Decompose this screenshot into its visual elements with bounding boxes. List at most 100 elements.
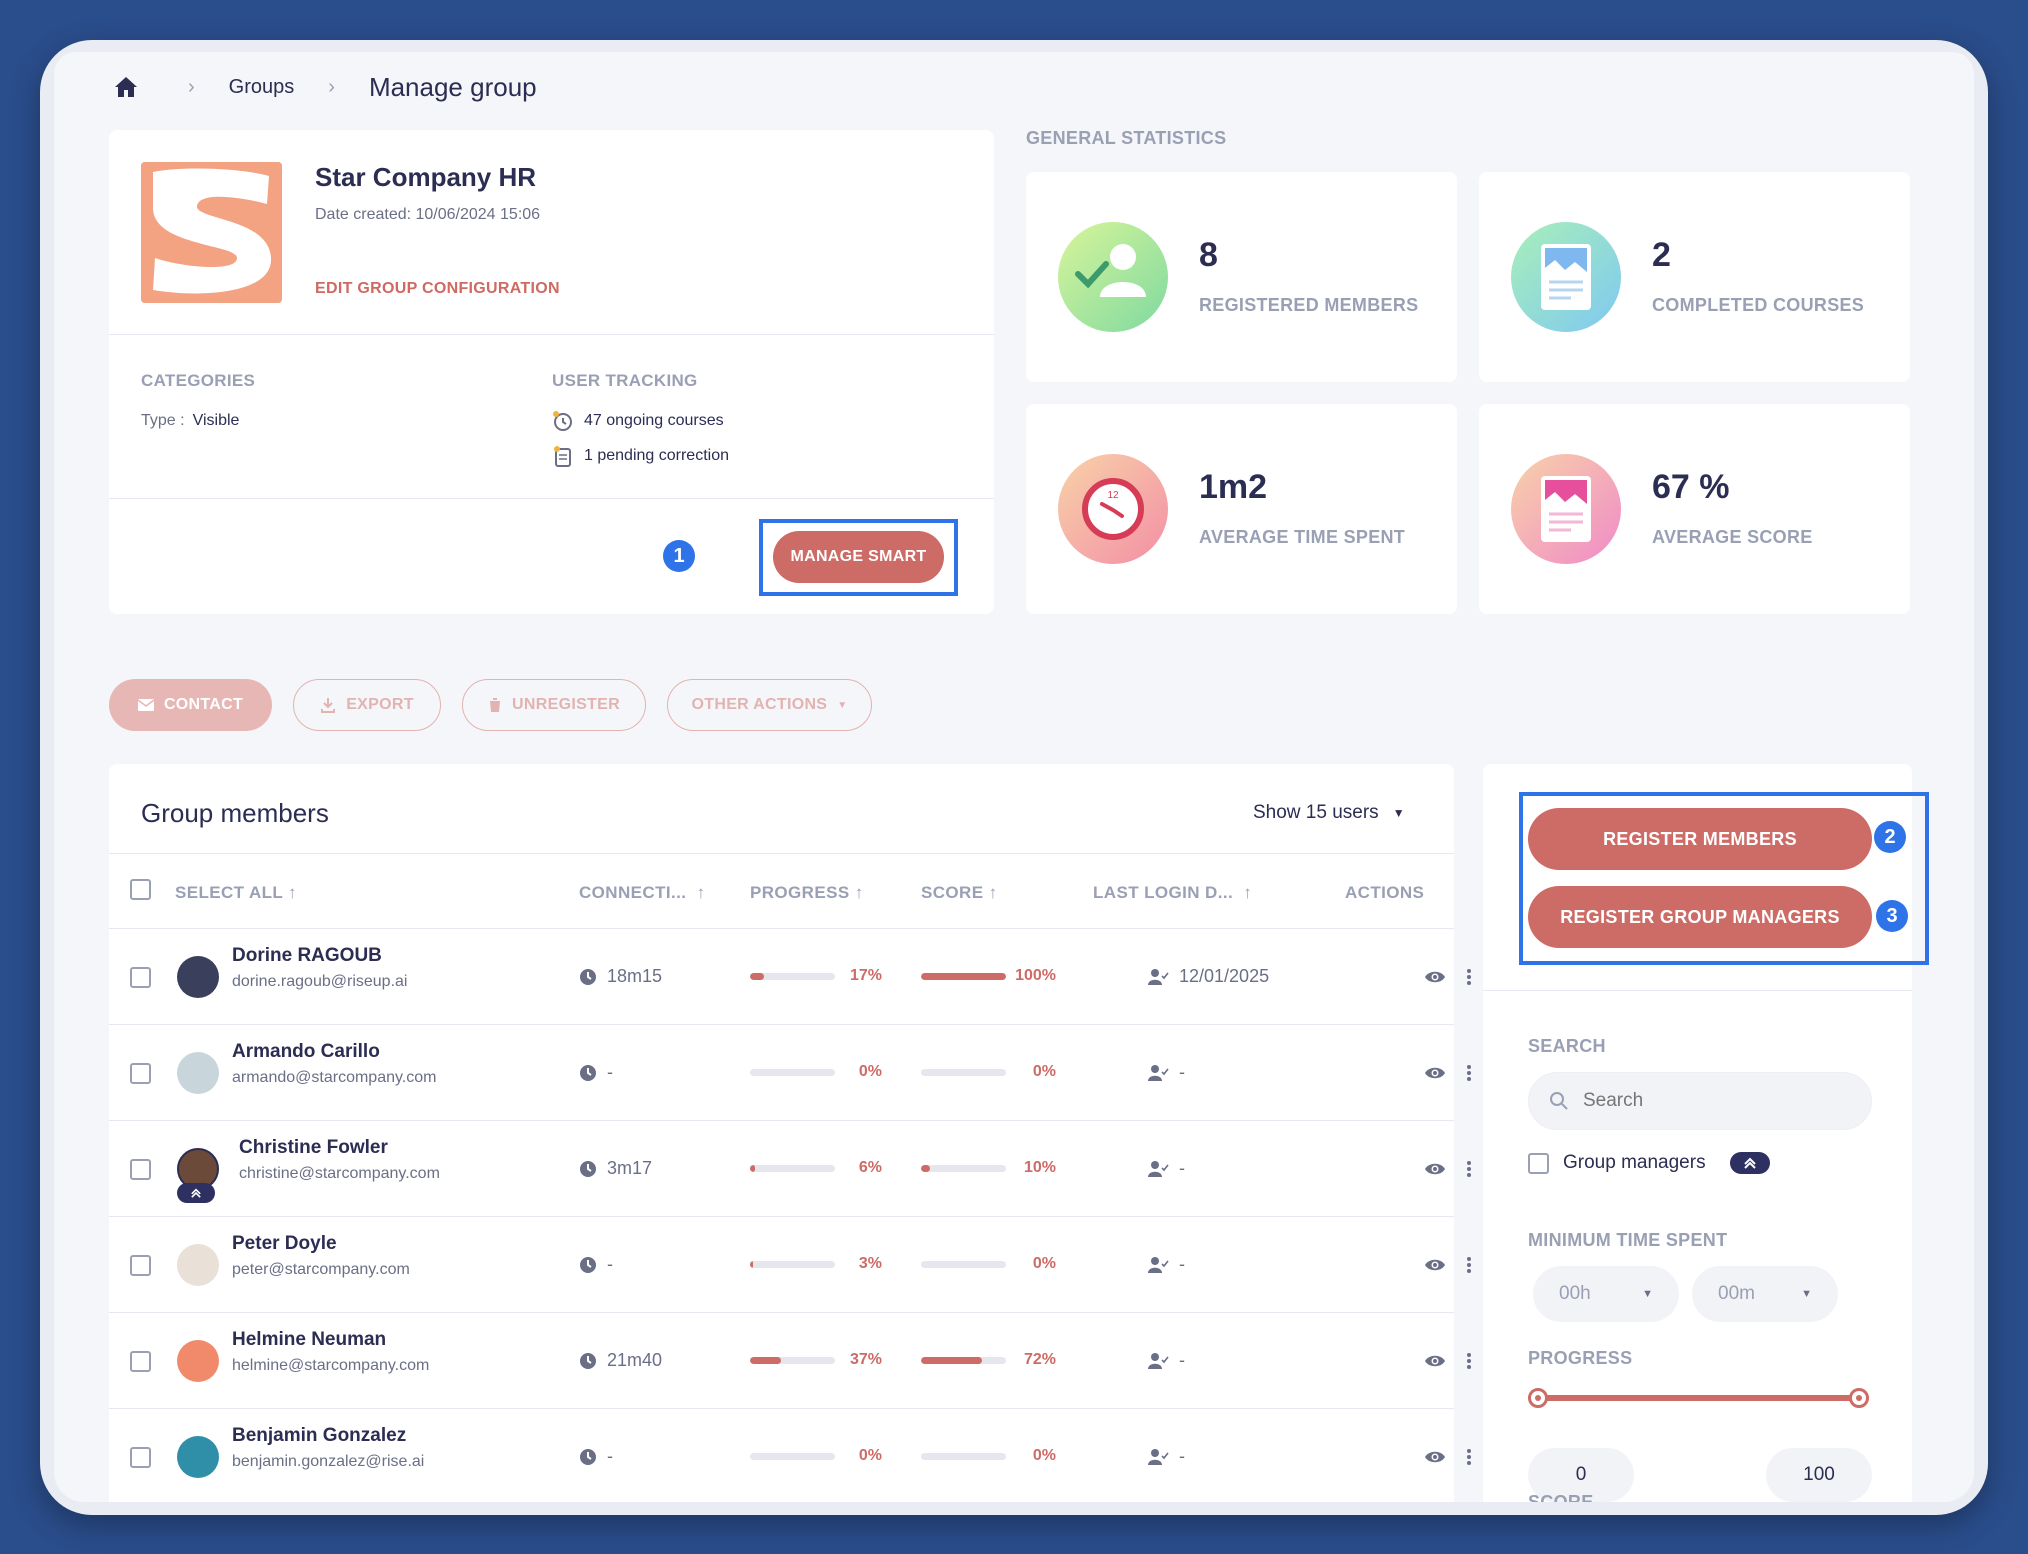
row-checkbox[interactable] xyxy=(130,967,151,988)
more-options-icon[interactable] xyxy=(1467,1353,1471,1369)
show-users-dropdown[interactable]: Show 15 users ▼ xyxy=(1253,802,1405,824)
register-members-button[interactable]: REGISTER MEMBERS xyxy=(1528,808,1872,870)
download-icon xyxy=(321,698,336,713)
more-options-icon[interactable] xyxy=(1467,1449,1471,1465)
edit-group-configuration-link[interactable]: EDIT GROUP CONFIGURATION xyxy=(315,280,560,298)
score-bar xyxy=(921,973,1006,980)
breadcrumb-groups[interactable]: Groups xyxy=(229,76,295,99)
header-score[interactable]: SCORE ↑ xyxy=(921,883,998,903)
chevron-right-icon: › xyxy=(188,75,195,98)
table-row[interactable]: Armando Carillo armando@starcompany.com … xyxy=(109,1025,1471,1120)
select-all-checkbox[interactable] xyxy=(130,879,151,900)
header-label: LAST LOGIN D... xyxy=(1093,883,1234,902)
header-connection[interactable]: CONNECTI... ↑ xyxy=(579,883,706,903)
table-row[interactable]: Helmine Neuman helmine@starcompany.com 2… xyxy=(109,1313,1471,1408)
search-field[interactable] xyxy=(1528,1072,1872,1130)
slider-handle-max[interactable] xyxy=(1849,1388,1869,1408)
eye-icon[interactable] xyxy=(1424,1353,1446,1369)
last-login-value: - xyxy=(1179,1158,1185,1178)
progress-bar xyxy=(750,1453,835,1460)
more-options-icon[interactable] xyxy=(1467,1065,1471,1081)
table-row[interactable]: Christine Fowler christine@starcompany.c… xyxy=(109,1121,1471,1216)
stat-value: 8 xyxy=(1199,236,1218,274)
row-checkbox[interactable] xyxy=(130,1159,151,1180)
contact-button[interactable]: CONTACT xyxy=(109,679,272,731)
last-login-value: - xyxy=(1179,1350,1185,1370)
hours-select[interactable]: 00h ▼ xyxy=(1533,1266,1679,1322)
manage-smart-rules-button[interactable]: MANAGE SMART RULES xyxy=(773,531,944,617)
ongoing-courses-text: 47 ongoing courses xyxy=(584,412,724,429)
score-filter-label: SCORE xyxy=(1528,1492,1594,1502)
header-select-all[interactable]: SELECT ALL ↑ xyxy=(175,883,297,903)
sort-up-icon: ↑ xyxy=(854,883,864,902)
table-row[interactable]: Benjamin Gonzalez benjamin.gonzalez@rise… xyxy=(109,1409,1471,1502)
other-actions-dropdown[interactable]: OTHER ACTIONS ▼ xyxy=(667,679,872,731)
progress-value: 17% xyxy=(849,967,882,984)
unregister-button[interactable]: UNREGISTER xyxy=(462,679,646,731)
member-name[interactable]: Benjamin Gonzalez xyxy=(232,1425,406,1447)
group-managers-checkbox[interactable] xyxy=(1528,1152,1549,1174)
more-options-icon[interactable] xyxy=(1467,1161,1471,1177)
envelope-icon xyxy=(137,699,154,711)
progress-bar xyxy=(750,1069,835,1076)
member-name[interactable]: Helmine Neuman xyxy=(232,1329,386,1351)
eye-icon[interactable] xyxy=(1424,1161,1446,1177)
type-row: Type : Visible xyxy=(141,412,239,430)
progress-max-input[interactable]: 100 xyxy=(1766,1448,1872,1502)
score-icon xyxy=(1511,454,1621,564)
pending-correction: 1 pending correction xyxy=(552,445,729,467)
member-name[interactable]: Peter Doyle xyxy=(232,1233,337,1255)
member-name[interactable]: Christine Fowler xyxy=(239,1137,388,1159)
row-checkbox[interactable] xyxy=(130,1255,151,1276)
eye-icon[interactable] xyxy=(1424,969,1446,985)
divider xyxy=(109,853,1454,854)
more-options-icon[interactable] xyxy=(1467,969,1471,985)
progress-value: 0% xyxy=(858,1447,882,1464)
progress-range-slider[interactable] xyxy=(1538,1395,1860,1401)
sort-up-icon: ↑ xyxy=(288,883,297,902)
row-checkbox[interactable] xyxy=(130,1447,151,1468)
member-email: helmine@starcompany.com xyxy=(232,1357,430,1374)
table-row[interactable]: Peter Doyle peter@starcompany.com - 3% 0… xyxy=(109,1217,1471,1312)
last-login: - xyxy=(1147,1158,1185,1179)
more-options-icon[interactable] xyxy=(1467,1257,1471,1273)
eye-icon[interactable] xyxy=(1424,1065,1446,1081)
chevron-right-icon: › xyxy=(328,75,335,98)
export-button[interactable]: EXPORT xyxy=(293,679,441,731)
show-users-label: Show 15 users xyxy=(1253,802,1379,823)
score-value: 0% xyxy=(1032,1255,1056,1272)
member-email: dorine.ragoub@riseup.ai xyxy=(232,973,408,990)
header-last-login[interactable]: LAST LOGIN D... ↑ xyxy=(1093,883,1252,903)
group-members-title: Group members xyxy=(141,798,329,828)
member-name[interactable]: Dorine RAGOUB xyxy=(232,945,382,967)
eye-icon[interactable] xyxy=(1424,1449,1446,1465)
table-row[interactable]: Dorine RAGOUB dorine.ragoub@riseup.ai 18… xyxy=(109,929,1471,1024)
row-checkbox[interactable] xyxy=(130,1351,151,1372)
row-checkbox[interactable] xyxy=(130,1063,151,1084)
other-actions-label: OTHER ACTIONS xyxy=(691,696,828,713)
register-group-managers-button[interactable]: REGISTER GROUP MANAGERS xyxy=(1528,886,1872,948)
user-tracking-label: USER TRACKING xyxy=(552,371,698,390)
header-progress[interactable]: PROGRESS ↑ xyxy=(750,883,864,903)
eye-icon[interactable] xyxy=(1424,1257,1446,1273)
clock-icon xyxy=(553,411,572,431)
last-login: 12/01/2025 xyxy=(1147,966,1269,987)
header-actions: ACTIONS xyxy=(1345,883,1425,902)
connection-time-value: - xyxy=(607,1254,613,1274)
type-label: Type : xyxy=(141,412,185,429)
clock-icon: 12 xyxy=(1058,454,1168,564)
last-login: - xyxy=(1147,1254,1185,1275)
minutes-select[interactable]: 00m ▼ xyxy=(1692,1266,1838,1322)
clock-icon xyxy=(580,1352,596,1369)
progress-value: 6% xyxy=(858,1159,882,1176)
home-icon[interactable] xyxy=(114,76,138,98)
slider-handle-min[interactable] xyxy=(1528,1388,1548,1408)
search-icon xyxy=(1550,1092,1568,1110)
score-value: 10% xyxy=(1023,1159,1056,1176)
callout-3: 3 xyxy=(1876,900,1908,932)
breadcrumb: › Groups › Manage group xyxy=(114,62,537,112)
member-name[interactable]: Armando Carillo xyxy=(232,1041,380,1063)
stat-label: AVERAGE SCORE xyxy=(1652,527,1813,547)
search-input[interactable] xyxy=(1583,1090,1843,1112)
connection-time: - xyxy=(579,1062,613,1083)
